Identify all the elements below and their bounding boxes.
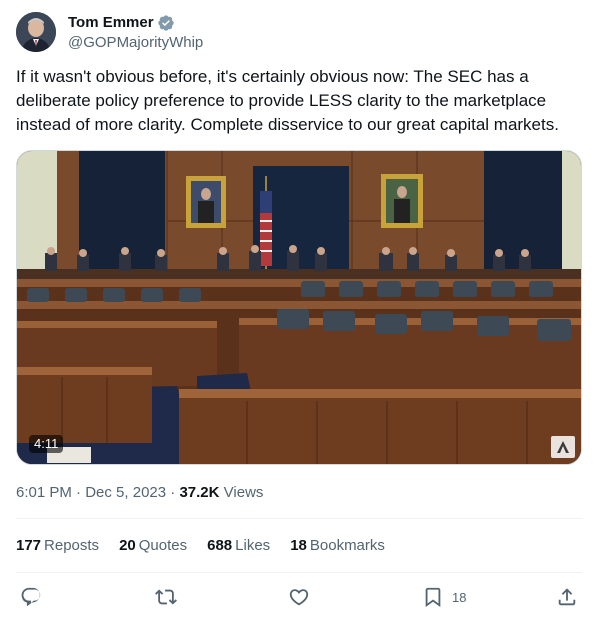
meta-separator: · bbox=[170, 484, 176, 501]
tweet-time[interactable]: 6:01 PM bbox=[16, 484, 72, 501]
repost-icon bbox=[155, 589, 177, 605]
quotes-label: Quotes bbox=[138, 537, 188, 554]
tweet-date[interactable]: Dec 5, 2023 bbox=[85, 484, 166, 501]
repost-button[interactable] bbox=[155, 584, 177, 610]
verified-badge-icon[interactable] bbox=[157, 14, 175, 32]
video-duration: 4:11 bbox=[29, 435, 64, 453]
likes-count: 688 bbox=[207, 537, 233, 554]
views-label: Views bbox=[223, 484, 264, 501]
likes-stat[interactable]: 688 Likes bbox=[207, 536, 270, 556]
bookmarks-stat[interactable]: 18 Bookmarks bbox=[290, 536, 385, 556]
action-bar: 18 bbox=[16, 584, 582, 610]
share-button[interactable] bbox=[556, 584, 578, 610]
video-player[interactable]: 4:11 bbox=[16, 150, 582, 465]
reply-button[interactable] bbox=[20, 584, 42, 610]
author-display-name[interactable]: Tom Emmer bbox=[68, 14, 154, 32]
video-thumbnail bbox=[17, 151, 581, 464]
reply-icon bbox=[21, 587, 41, 606]
share-icon bbox=[558, 588, 576, 606]
like-button[interactable] bbox=[288, 584, 310, 610]
tweet-text: If it wasn't obvious before, it's certai… bbox=[16, 67, 559, 134]
avatar-image bbox=[16, 12, 56, 52]
views-count: 37.2K bbox=[179, 484, 220, 501]
divider bbox=[16, 518, 582, 519]
bookmarks-count: 18 bbox=[290, 537, 307, 554]
bookmark-button[interactable]: 18 bbox=[422, 584, 466, 610]
tweet-meta: 6:01 PM · Dec 5, 2023 · 37.2K Views bbox=[16, 483, 263, 503]
bookmarks-label: Bookmarks bbox=[309, 537, 385, 554]
reposts-count: 177 bbox=[16, 537, 42, 554]
reposts-label: Reposts bbox=[44, 537, 100, 554]
quotes-count: 20 bbox=[119, 537, 136, 554]
author-handle[interactable]: @GOPMajorityWhip bbox=[68, 33, 203, 53]
divider bbox=[16, 572, 582, 573]
tweet-header: Tom Emmer @GOPMajorityWhip bbox=[16, 12, 582, 54]
engagement-stats: 177 Reposts 20 Quotes 688 Likes 18 Bookmarks bbox=[16, 536, 405, 556]
meta-separator: · bbox=[76, 484, 82, 501]
heart-icon bbox=[289, 589, 309, 606]
avatar[interactable] bbox=[16, 12, 56, 52]
quotes-stat[interactable]: 20 Quotes bbox=[119, 536, 187, 556]
broadcaster-logo-icon bbox=[551, 436, 575, 458]
bookmark-icon bbox=[425, 587, 441, 608]
likes-label: Likes bbox=[235, 537, 271, 554]
bookmark-count: 18 bbox=[452, 589, 467, 605]
reposts-stat[interactable]: 177 Reposts bbox=[16, 536, 99, 556]
